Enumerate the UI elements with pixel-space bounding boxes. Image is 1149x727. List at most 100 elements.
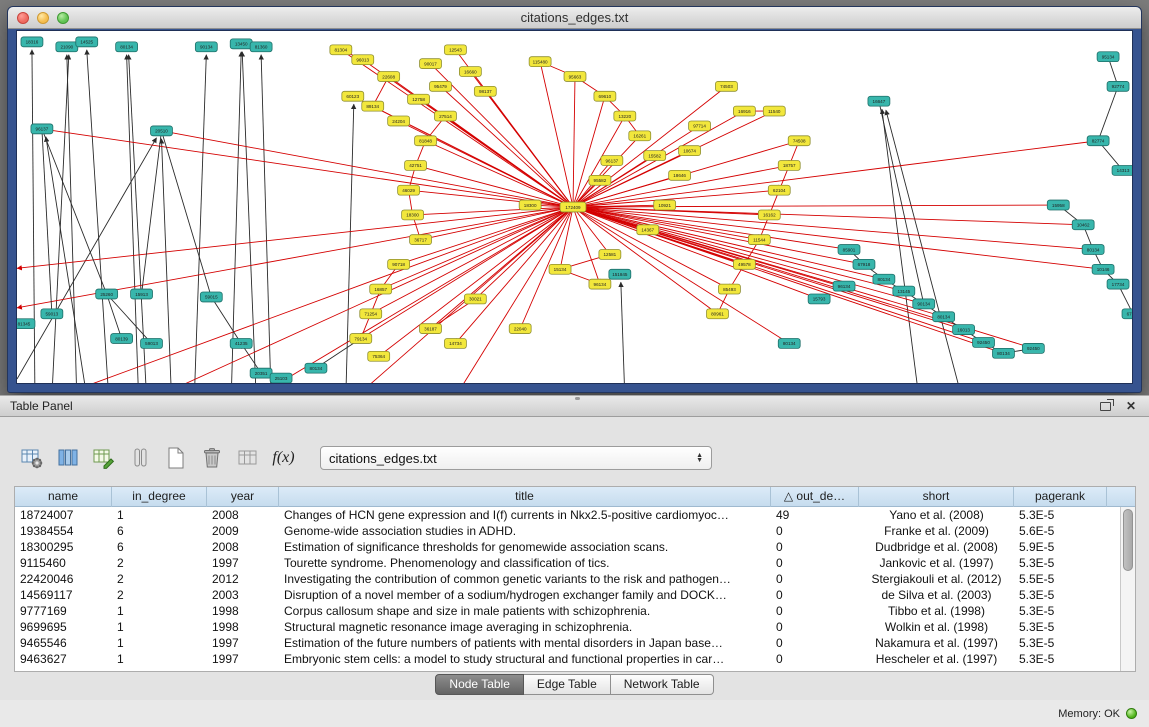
graph-node[interactable]: 15134 [549,264,571,274]
graph-node[interactable]: 81360 [250,42,272,52]
graph-edge[interactable] [445,116,573,207]
table-row[interactable]: 2242004622012Investigating the contribut… [15,571,1135,587]
graph-node[interactable]: 36187 [420,324,442,334]
column-header-indegree[interactable]: in_degree [112,487,207,507]
graph-node[interactable]: 14313 [1112,165,1132,175]
graph-node[interactable]: 41235 [230,339,252,349]
graph-edge[interactable] [573,76,575,207]
graph-node[interactable]: 67918 [853,259,875,269]
graph-node[interactable]: 172409 [560,202,586,212]
graph-edge[interactable] [161,131,211,297]
graph-node[interactable]: 18316 [21,37,43,47]
graph-node[interactable]: 95582 [589,175,611,185]
graph-node[interactable]: 27514 [435,111,457,121]
graph-node[interactable]: 15793 [808,294,830,304]
close-window-icon[interactable] [17,12,29,24]
graph-edge[interactable] [142,131,162,294]
graph-node[interactable]: 59013 [141,339,163,349]
graph-node[interactable]: 46029 [398,185,420,195]
graph-node[interactable]: 49578 [733,259,755,269]
graph-node[interactable]: 71254 [360,309,382,319]
graph-edge[interactable] [261,55,271,383]
table-row[interactable]: 946554611997Estimation of the future num… [15,635,1135,651]
graph-node[interactable]: 14734 [444,339,466,349]
graph-node[interactable]: 80134 [116,42,138,52]
graph-node[interactable]: 67734 [1122,309,1132,319]
graph-node[interactable]: 74503 [715,81,737,91]
graph-node[interactable]: 11540 [763,106,785,116]
graph-node[interactable]: 21090 [56,42,78,52]
graph-node[interactable]: 81345 [17,319,35,329]
graph-node[interactable]: 97714 [689,121,711,131]
graph-node[interactable]: 96137 [601,156,623,166]
graph-node[interactable]: 20510 [151,126,173,136]
table-panel-header[interactable]: Table Panel ✕ [0,395,1149,417]
graph-node[interactable]: 17734 [1107,279,1129,289]
graph-node[interactable]: 90718 [388,259,410,269]
graph-node[interactable]: 80134 [305,363,327,373]
splitter-handle[interactable] [575,397,580,400]
graph-node[interactable]: 13450 [230,39,252,49]
row-options-icon[interactable] [126,445,153,472]
table-row[interactable]: 1830029562008Estimation of significance … [15,539,1135,555]
graph-node[interactable]: 15958 [1047,200,1069,210]
column-header-short[interactable]: short [859,487,1014,507]
graph-node[interactable]: 151845 [609,269,631,279]
graph-edge[interactable] [211,297,241,343]
graph-node[interactable]: 80134 [873,274,895,284]
graph-node[interactable]: 22040 [509,324,531,334]
table-row[interactable]: 946362711997Embryonic stem cells: a mode… [15,651,1135,667]
graph-node[interactable]: 12758 [408,94,430,104]
graph-node[interactable]: 12581 [599,250,621,260]
graph-node[interactable]: 59015 [200,292,222,302]
graph-node[interactable]: 95134 [1097,52,1119,62]
graph-edge[interactable] [161,139,171,383]
table-selector-combo[interactable]: citations_edges.txt ▲▼ [320,446,712,470]
graph-edge[interactable] [194,55,206,383]
graph-node[interactable]: 74508 [788,136,810,146]
graph-node[interactable]: 69610 [594,91,616,101]
close-panel-icon[interactable]: ✕ [1123,399,1139,413]
graph-node[interactable]: 10146 [1092,264,1114,274]
graph-node[interactable]: 36717 [410,235,432,245]
table-row[interactable]: 1872400712008Changes of HCN gene express… [15,507,1135,523]
graph-node[interactable]: 10921 [654,200,676,210]
graph-edge[interactable] [256,207,573,383]
graph-node[interactable]: 13145 [893,286,915,296]
graph-node[interactable]: 30021 [464,294,486,304]
minimize-window-icon[interactable] [37,12,49,24]
graph-node[interactable]: 22608 [378,72,400,82]
graph-node[interactable]: 80134 [778,339,800,349]
graph-node[interactable]: 24204 [388,116,410,126]
network-canvas[interactable]: 1724098130496013226086012389134242041275… [16,30,1133,384]
graph-node[interactable]: 20351 [250,368,272,378]
graph-node[interactable]: 14525 [76,37,98,47]
graph-node[interactable]: 85493 [718,284,740,294]
graph-node[interactable]: 90134 [913,299,935,309]
table-row[interactable]: 911546021997Tourette syndrome. Phenomeno… [15,555,1135,571]
table-row[interactable]: 1938455462009Genome-wide association stu… [15,523,1135,539]
graph-edge[interactable] [231,52,241,383]
graph-edge[interactable] [573,86,726,207]
graph-node[interactable]: 25260 [96,289,118,299]
graph-node[interactable]: 95479 [430,81,452,91]
graph-node[interactable]: 14367 [637,225,659,235]
graph-node[interactable]: 16647 [868,96,890,106]
graph-node[interactable]: 90134 [195,42,217,52]
column-header-outde[interactable]: △ out_de… [771,487,859,507]
graph-node[interactable]: 96134 [589,279,611,289]
tab-network-table[interactable]: Network Table [611,674,714,695]
graph-edge[interactable] [52,55,69,383]
graph-node[interactable]: 81304 [330,45,352,55]
graph-node[interactable]: 15913 [131,289,153,299]
tab-edge-table[interactable]: Edge Table [524,674,611,695]
graph-edge[interactable] [1098,86,1118,140]
graph-node[interactable]: 16013 [953,325,975,335]
graph-edge[interactable] [455,207,573,343]
graph-node[interactable]: 18646 [669,170,691,180]
graph-node[interactable]: 59013 [41,309,63,319]
graph-node[interactable]: 80139 [111,334,133,344]
graph-edge[interactable] [440,86,573,207]
graph-node[interactable]: 16916 [733,106,755,116]
show-columns-icon[interactable] [54,445,81,472]
